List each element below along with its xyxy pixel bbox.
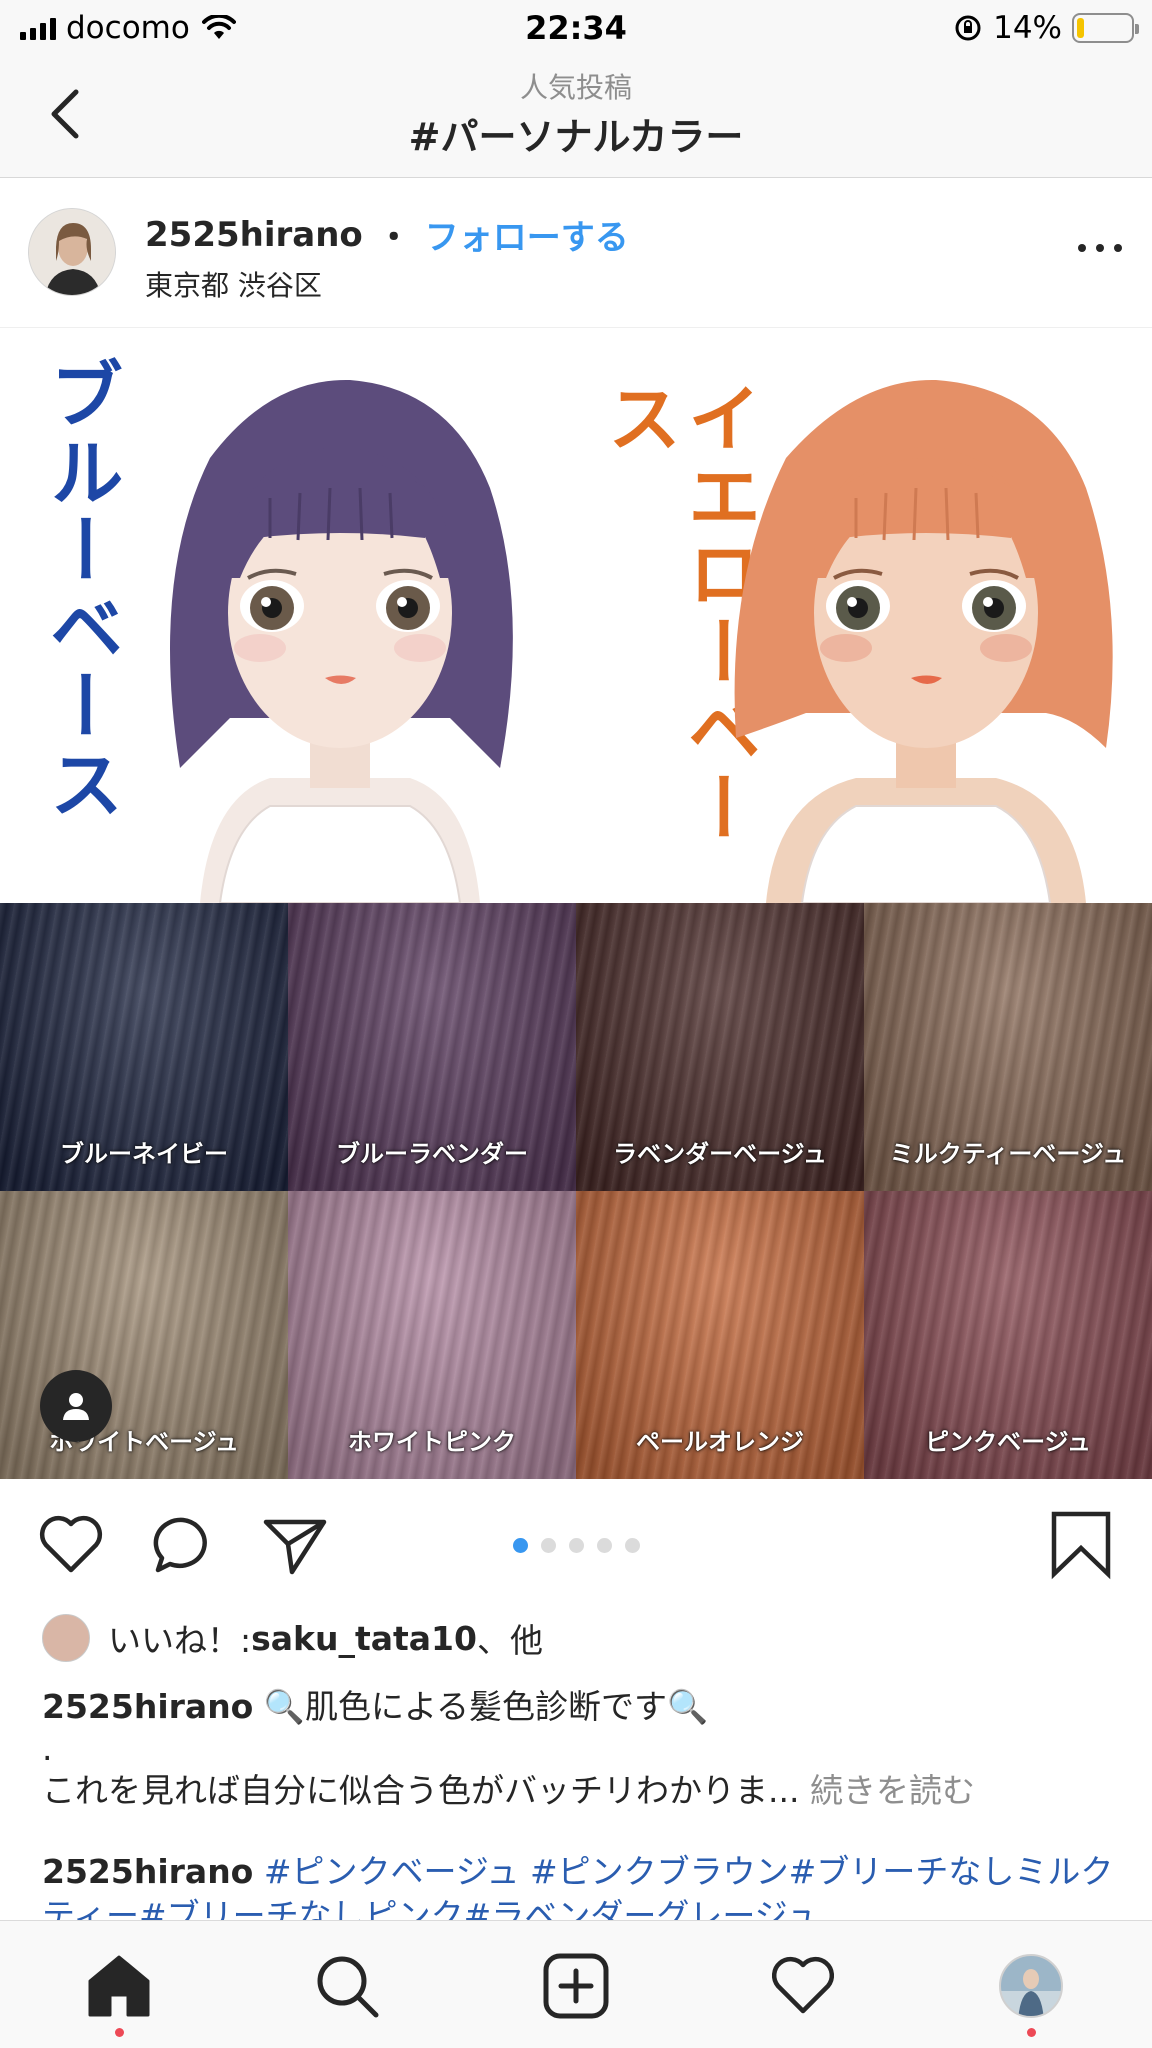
blue-base-label: ブルーベース [37, 356, 123, 824]
page-title: #パーソナルカラー [408, 115, 744, 159]
new-post-plus-icon [543, 1953, 609, 2019]
hashtag-comment: 2525hirano #ピンクベージュ #ピンクブラウン#ブリーチなしミルクティ… [42, 1850, 1122, 1922]
tab-home[interactable] [84, 1951, 154, 2037]
orientation-lock-icon [955, 15, 981, 41]
home-notification-dot [115, 2028, 124, 2037]
post-header: 2525hirano ・ フォローする 東京都 渋谷区 [0, 178, 1152, 328]
profile-notification-dot [1027, 2028, 1036, 2037]
home-icon [88, 1955, 150, 2017]
carousel-dot [568, 1538, 584, 1553]
user-avatar[interactable] [28, 208, 116, 296]
hair-tile-pink-beige: ピンクベージュ [864, 1191, 1152, 1479]
hair-tile-pale-orange: ペールオレンジ [576, 1191, 864, 1479]
battery-percent: 14% [993, 10, 1062, 46]
hair-tile-white-pink: ホワイトピンク [288, 1191, 576, 1479]
hair-tile-label: ペールオレンジ [636, 1428, 804, 1456]
orange-hair-avatar-image [734, 379, 1113, 903]
caption-dot: . [42, 1729, 53, 1768]
battery-icon [1072, 13, 1139, 43]
hair-tile-label: ミルクティーベージュ [889, 1140, 1127, 1168]
hair-tile-label: ブルーネイビー [60, 1140, 228, 1168]
carousel-dot [512, 1538, 528, 1553]
hair-tile-label: ブルーラベンダー [336, 1140, 528, 1168]
likes-suffix[interactable]: 、他 [477, 1614, 543, 1662]
hair-color-grid: ブルーネイビー ブルーラベンダー ラベンダーベージュ ミルクティーベージュホワイトベー… [0, 903, 1152, 1480]
activity-heart-icon [771, 1956, 835, 2014]
hair-tile-label: ラベンダーベージュ [613, 1140, 827, 1168]
more-options-icon[interactable] [1078, 244, 1122, 258]
comment-username[interactable]: 2525hirano [42, 1852, 253, 1891]
nav-subtitle: 人気投稿 [519, 71, 632, 104]
separator-dot: ・ [376, 218, 411, 258]
post-caption: 2525hirano 🔍肌色による髪色診断です🔍 . これを見れば自分に似合う色… [42, 1682, 1122, 1816]
caption-line2: これを見れば自分に似合う色がバッチリわかりま... [42, 1771, 800, 1810]
caption-text: 🔍肌色による髪色診断です🔍 [253, 1687, 709, 1726]
purple-hair-avatar-image [170, 379, 513, 903]
hair-tile-milk-tea-beige: ミルクティーベージュ [864, 903, 1152, 1191]
status-right: 14% [953, 10, 1139, 46]
follow-button[interactable]: フォローする [425, 210, 629, 259]
search-icon [317, 1956, 379, 2018]
carousel-dot [540, 1538, 556, 1553]
hair-tile-label: ホワイトピンク [348, 1428, 516, 1456]
hair-tile-label: ホワイトベージュ [49, 1428, 239, 1456]
hair-tile-lavender-beige: ラベンダーベージュ [576, 903, 864, 1191]
hair-tile-label: ピンクベージュ [925, 1428, 1091, 1456]
profile-avatar-icon [999, 1954, 1063, 2018]
username-row: 2525hirano ・ フォローする [145, 210, 629, 259]
save-bookmark-icon[interactable] [1046, 1510, 1116, 1580]
nav-header: 人気投稿 #パーソナルカラー [0, 56, 1152, 178]
carousel-dot [596, 1538, 612, 1553]
read-more-link[interactable]: 続きを読む [799, 1771, 975, 1810]
post-location[interactable]: 東京都 渋谷区 [145, 264, 322, 304]
tagged-people-button[interactable] [40, 1370, 112, 1442]
hair-tile-white-beige: ホワイトベージュ [0, 1191, 288, 1479]
post-media[interactable]: ブルーベース イエローベース ブルーネイビー ブルーラベンダー ラベンダーベージ… [0, 328, 1152, 1480]
person-icon [63, 1393, 89, 1420]
status-bar: docomo 22:34 14% [0, 0, 1152, 56]
liker-username[interactable]: saku_tata10 [251, 1619, 477, 1658]
tab-search[interactable] [312, 1951, 382, 2021]
liker-avatar[interactable] [42, 1614, 90, 1662]
post-action-bar [0, 1480, 1152, 1610]
tab-profile[interactable] [996, 1951, 1066, 2037]
tab-activity[interactable] [768, 1951, 838, 2021]
illustration-panel: ブルーベース イエローベース [0, 328, 1152, 903]
likes-line: いいね！: saku_tata10 、他 [42, 1614, 543, 1662]
hair-tile-blue-lavender: ブルーラベンダー [288, 903, 576, 1191]
post-username[interactable]: 2525hirano [145, 215, 363, 255]
bottom-tab-bar [0, 1920, 1152, 2048]
caption-username[interactable]: 2525hirano [42, 1687, 253, 1726]
tab-new-post[interactable] [541, 1951, 611, 2021]
likes-prefix: いいね！: [108, 1621, 252, 1660]
hair-tile-blue-navy: ブルーネイビー [0, 903, 288, 1191]
carousel-indicator [0, 1538, 1152, 1553]
carousel-dot [624, 1538, 640, 1553]
